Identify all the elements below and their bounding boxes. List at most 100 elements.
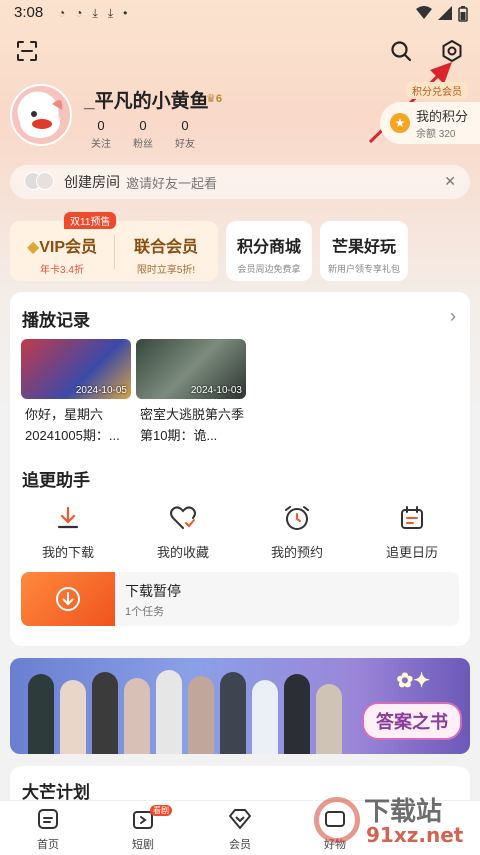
room-avatars [24, 172, 58, 192]
star-icon: ★ [390, 113, 410, 133]
dot-icon: • [123, 6, 128, 20]
points-balance: 余额 320 [416, 129, 456, 140]
app-notification-icon: ◔ [58, 6, 66, 20]
update-calendar-button[interactable]: 追更日历 [362, 504, 462, 561]
show-logo: ✿✦ [396, 668, 430, 692]
chevron-right-icon[interactable]: › [450, 306, 456, 327]
close-icon[interactable]: ✕ [444, 173, 456, 190]
my-points-card[interactable]: ★ 我的积分 余额 320 [380, 102, 480, 144]
stat-value: 0 [139, 118, 147, 133]
vip-level-badge: ♛6 [206, 92, 222, 105]
helper-label: 追更日历 [385, 545, 438, 560]
banner-person [28, 674, 54, 754]
tab-short-drama[interactable]: 看剧 短剧 [108, 805, 178, 852]
promo-tag: 双11预售 [64, 212, 117, 229]
stat-followers[interactable]: 0 粉丝 [122, 118, 164, 150]
battery-icon [458, 6, 468, 22]
tab-home[interactable]: 首页 [13, 807, 83, 852]
mall-title: 积分商城 [236, 239, 301, 256]
thumb-date: 2024-10-03 [190, 385, 242, 396]
tab-label: 短剧 [132, 839, 154, 851]
status-time: 3:08 [14, 4, 44, 21]
download-thumbnail [21, 572, 115, 626]
profile-stats: 0 关注 0 粉丝 0 好友 [80, 118, 206, 150]
download-notification-icon: ⤓ [92, 6, 98, 20]
calendar-icon [401, 506, 423, 529]
download-circle-icon [56, 587, 80, 611]
tab-label: 会员 [229, 839, 251, 851]
points-title: 我的积分 [416, 109, 469, 124]
my-downloads-button[interactable]: 我的下载 [18, 504, 118, 561]
status-bar: 3:08 ◔ ◔ ⤓ ⤓ • [0, 0, 480, 28]
mango-subtitle: 新用户领专享礼包 [327, 264, 400, 274]
vip-crown-icon: ♛ [206, 93, 216, 105]
history-thumbnail[interactable]: 2024-10-05 [21, 339, 131, 399]
download-notification-icon: ⤓ [107, 6, 114, 20]
helper-label: 我的收藏 [156, 545, 209, 560]
banner-person [124, 678, 150, 754]
history-thumbnail[interactable]: 2024-10-03 [136, 339, 246, 399]
points-mall-button[interactable]: 积分商城 会员周边免费拿 [226, 221, 312, 281]
watermark-domain: 91xz.net [366, 823, 464, 847]
app-notification-icon: ◔ [75, 6, 83, 20]
banner-cta-button[interactable]: 答案之书 [362, 702, 462, 740]
helper-label: 我的预约 [270, 545, 323, 560]
username[interactable]: _平凡的小黄鱼 [84, 86, 209, 113]
friend-avatar [36, 172, 54, 190]
banner-person [252, 680, 278, 754]
joint-title: 联合会员 [133, 239, 198, 256]
vip-title: VIP会员 [39, 239, 98, 256]
download-title: 下载暂停 [125, 583, 181, 599]
tab-vip[interactable]: 会员 [205, 807, 275, 852]
banner-person [284, 674, 310, 754]
mango-fun-button[interactable]: 芒果好玩 新用户领专享礼包 [320, 221, 408, 281]
room-title: 创建房间 [64, 174, 120, 190]
stat-value: 0 [181, 118, 189, 133]
home-icon [38, 809, 58, 829]
promo-banner[interactable]: ✿✦ 答案之书 [10, 658, 470, 754]
wifi-icon [416, 6, 432, 19]
vip-diamond-icon [229, 809, 251, 829]
stat-friends[interactable]: 0 好友 [164, 118, 206, 150]
my-favorites-button[interactable]: 我的收藏 [133, 504, 233, 561]
scan-icon [17, 41, 37, 61]
site-watermark: 下载站 91xz.net [304, 791, 474, 851]
alarm-clock-icon [285, 506, 309, 530]
stat-label: 粉丝 [133, 139, 153, 150]
points-exchange-tag[interactable]: 积分兑会员 [406, 82, 468, 99]
system-icons [416, 6, 468, 22]
helper-label: 我的下载 [41, 545, 94, 560]
notification-icons: ◔ ◔ ⤓ ⤓ • [58, 6, 127, 21]
banner-person [188, 676, 214, 754]
room-subtitle: 邀请好友一起看 [126, 175, 218, 191]
history-title: 播放记录 [22, 311, 90, 330]
download-status-item[interactable]: 下载暂停 1个任务 [21, 572, 459, 626]
vip-level: 6 [215, 93, 222, 105]
membership-cards: 双11预售 ◆VIP会员 年卡3.4折 联合会员 限时立享5折! 积分商城 会员… [10, 212, 470, 281]
stat-following[interactable]: 0 关注 [80, 118, 122, 150]
stat-label: 关注 [91, 139, 111, 150]
my-reservations-button[interactable]: 我的预约 [247, 504, 347, 561]
stat-label: 好友 [175, 139, 195, 150]
watermark-logo [314, 797, 360, 843]
history-caption[interactable]: 你好，星期六20241005期：... [25, 404, 135, 446]
stat-value: 0 [97, 118, 105, 133]
vip-subtitle: 年卡3.4折 [40, 265, 84, 276]
vip-membership-button[interactable]: ◆VIP会员 年卡3.4折 [10, 233, 114, 276]
history-caption[interactable]: 密室大逃脱第六季 第10期：诡... [140, 404, 250, 446]
signal-icon [438, 6, 452, 20]
mall-subtitle: 会员周边免费拿 [237, 264, 301, 274]
scan-button[interactable] [12, 36, 42, 66]
heart-icon [170, 506, 196, 529]
banner-person [60, 680, 86, 754]
vip-card: 双11预售 ◆VIP会员 年卡3.4折 联合会员 限时立享5折! [10, 212, 218, 281]
download-subtitle: 1个任务 [125, 606, 165, 618]
avatar[interactable] [10, 84, 72, 146]
banner-person [156, 670, 182, 754]
tab-badge: 看剧 [150, 805, 172, 816]
mascot-avatar-icon [20, 100, 63, 138]
joint-membership-button[interactable]: 联合会员 限时立享5折! [114, 233, 218, 276]
banner-person [92, 672, 118, 754]
create-room-bar[interactable]: 创建房间 邀请好友一起看 ✕ [10, 165, 470, 199]
download-icon [57, 506, 79, 529]
